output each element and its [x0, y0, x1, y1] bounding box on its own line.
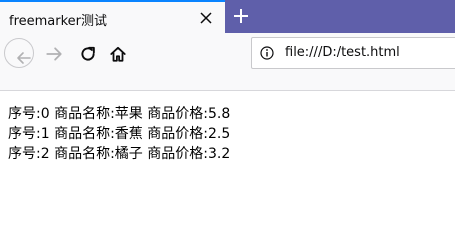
url-text[interactable]: file:///D:/test.html: [285, 45, 400, 60]
reload-button[interactable]: [74, 40, 102, 68]
product-line: 序号:0 商品名称:苹果 商品价格:5.8: [8, 106, 231, 122]
product-line: 序号:1 商品名称:香蕉 商品价格:2.5: [8, 126, 231, 142]
close-icon[interactable]: [199, 11, 213, 25]
arrow-left-icon: [17, 52, 31, 64]
reload-icon: [81, 46, 95, 61]
arrow-right-icon: [46, 47, 62, 61]
info-icon[interactable]: [260, 46, 274, 60]
tab-strip: freemarker测试: [0, 0, 455, 33]
navigation-toolbar: file:///D:/test.html: [0, 33, 455, 91]
active-tab[interactable]: freemarker测试: [0, 0, 225, 33]
back-button[interactable]: [4, 38, 34, 68]
product-line: 序号:2 商品名称:橘子 商品价格:3.2: [8, 146, 231, 162]
forward-button[interactable]: [40, 40, 68, 68]
url-bar[interactable]: file:///D:/test.html: [251, 37, 455, 69]
plus-icon[interactable]: [231, 6, 251, 26]
page-content: 序号:0 商品名称:苹果 商品价格:5.8 序号:1 商品名称:香蕉 商品价格:…: [8, 104, 448, 164]
home-icon: [110, 46, 126, 62]
home-button[interactable]: [104, 40, 132, 68]
browser-window: freemarker测试 file:///D:/test.html 序号:0 商…: [0, 0, 455, 218]
tab-title: freemarker测试: [9, 14, 108, 29]
